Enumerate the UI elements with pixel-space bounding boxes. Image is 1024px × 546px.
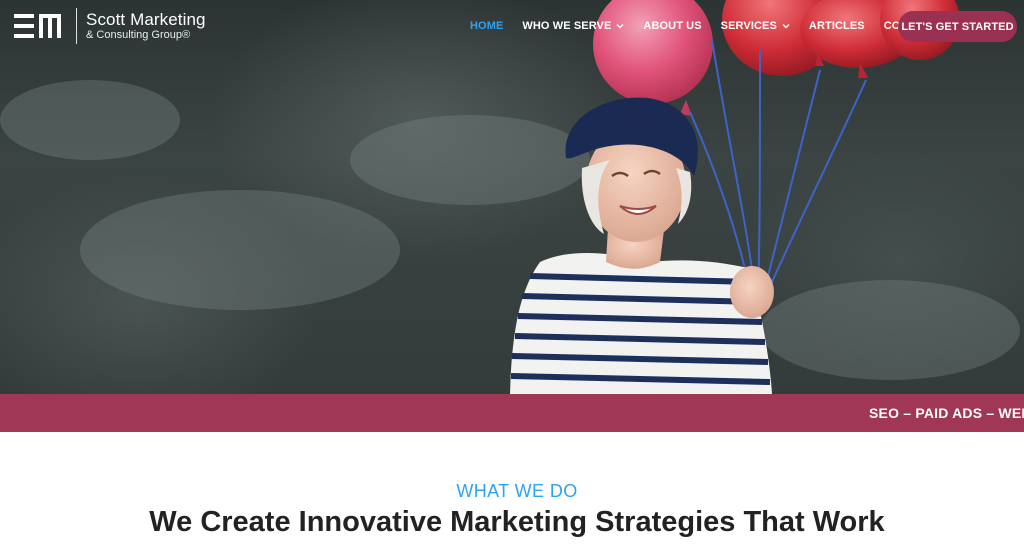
hero-image-woman-with-balloons bbox=[0, 0, 1020, 394]
brand-name-line1: Scott Marketing bbox=[86, 10, 206, 29]
nav-item-about-us[interactable]: ABOUT US bbox=[643, 20, 701, 32]
nav-item-label: ABOUT US bbox=[643, 20, 702, 32]
nav-item-label: SERVICES bbox=[720, 20, 777, 32]
chevron-down-icon bbox=[782, 24, 790, 29]
nav-item-home[interactable]: HOME bbox=[470, 20, 503, 32]
brand-logo[interactable]: Scott Marketing & Consulting Group® bbox=[14, 8, 206, 44]
section-label: WHAT WE DO bbox=[456, 481, 578, 501]
logo-divider bbox=[76, 8, 77, 44]
brand-name: Scott Marketing & Consulting Group® bbox=[86, 11, 206, 41]
hero-banner: Scott Marketing & Consulting Group® HOME… bbox=[0, 0, 1024, 394]
nav-item-label: WHO WE SERVE bbox=[522, 20, 612, 32]
brand-name-line2: & Consulting Group® bbox=[86, 29, 191, 41]
section-heading: We Create Innovative Marketing Strategie… bbox=[149, 506, 885, 538]
services-ticker-text: SEO – PAID ADS – WEBS bbox=[869, 405, 1024, 421]
nav-item-articles[interactable]: ARTICLES bbox=[809, 20, 865, 32]
chalkboard-texture bbox=[0, 80, 1020, 380]
lets-get-started-button[interactable]: LET'S GET STARTED bbox=[898, 11, 1017, 42]
nav-item-label: ARTICLES bbox=[808, 20, 865, 32]
services-ticker-banner: SEO – PAID ADS – WEBS bbox=[0, 394, 1024, 432]
chevron-down-icon bbox=[616, 24, 624, 29]
nav-item-who-we-serve[interactable]: WHO WE SERVE bbox=[522, 20, 624, 32]
scott-marketing-logo-icon bbox=[14, 14, 61, 38]
site-header: Scott Marketing & Consulting Group® HOME… bbox=[0, 0, 1024, 52]
nav-item-services[interactable]: SERVICES bbox=[721, 20, 790, 32]
nav-item-label: HOME bbox=[470, 20, 504, 32]
